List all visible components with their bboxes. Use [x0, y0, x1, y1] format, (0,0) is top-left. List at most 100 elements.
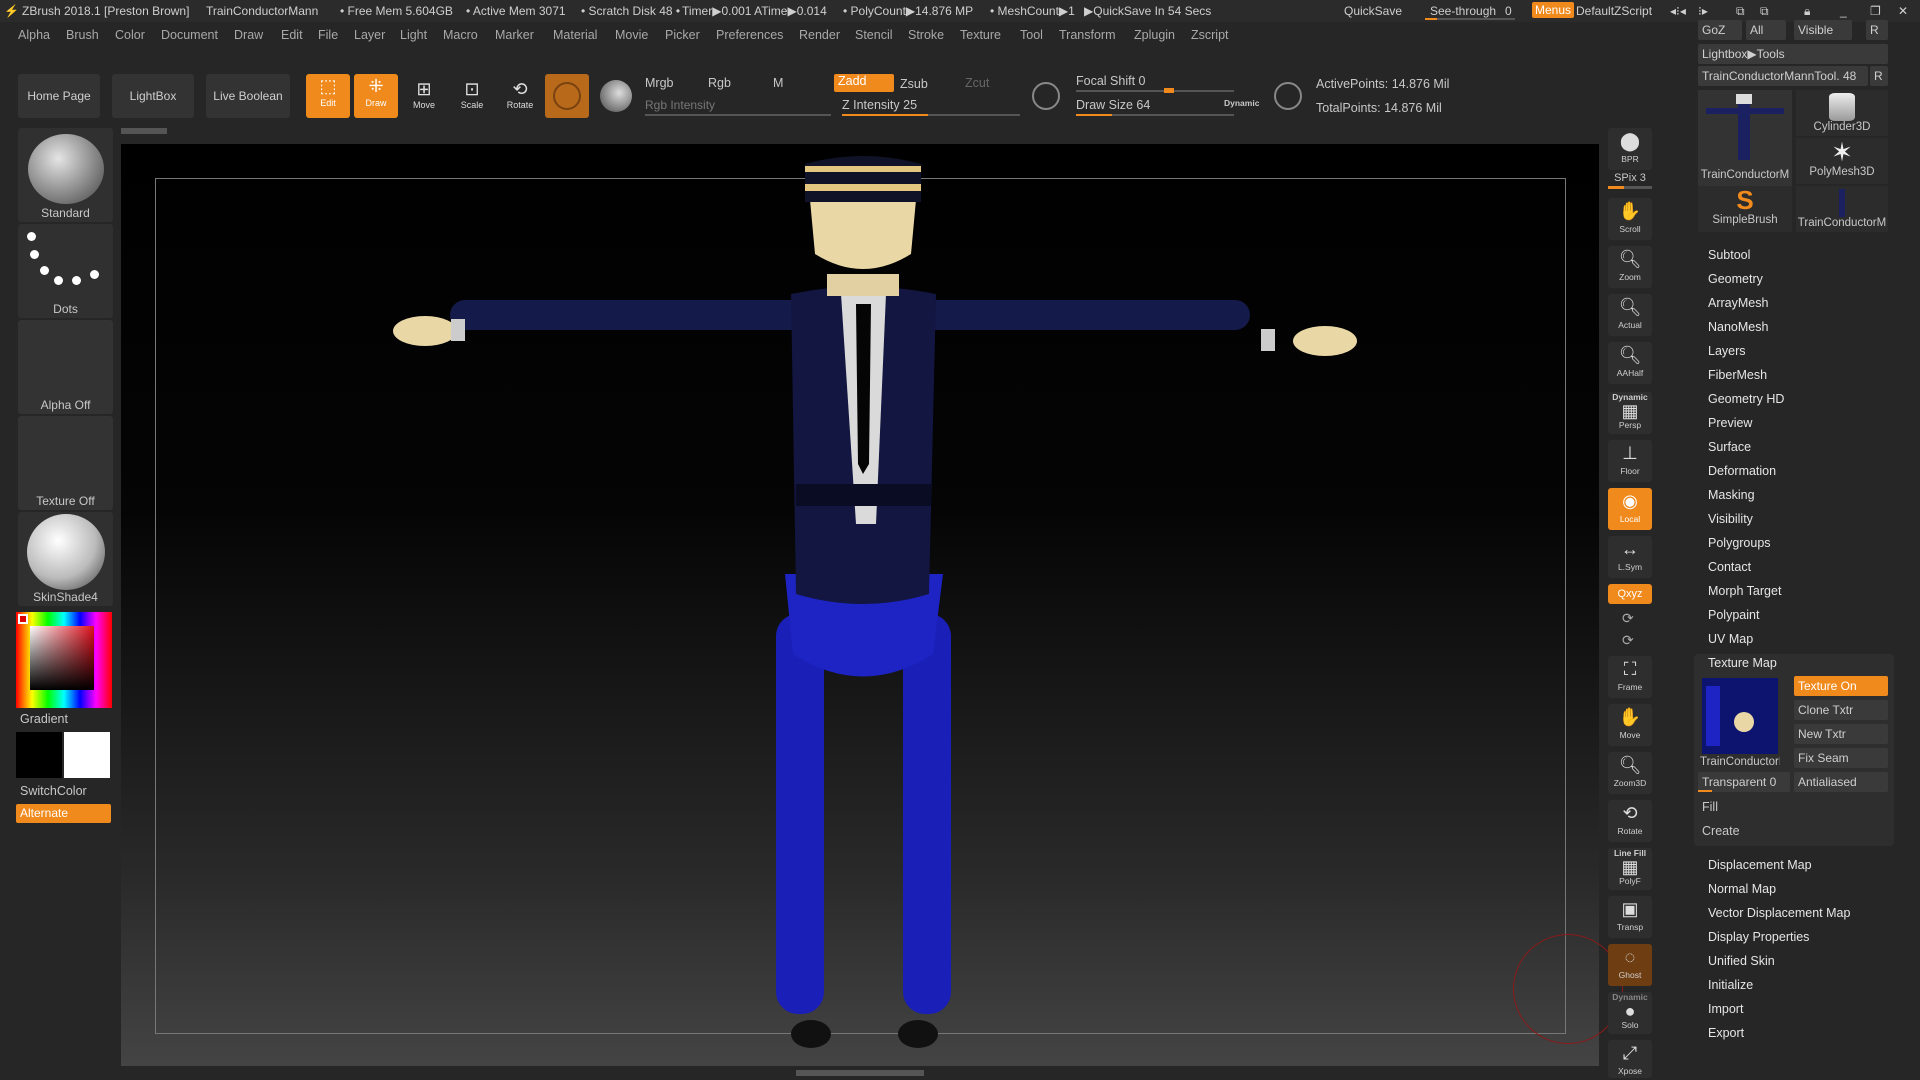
visible-button[interactable]: Visible — [1794, 20, 1852, 40]
minimize-icon[interactable]: _ — [1840, 4, 1847, 18]
menu-file[interactable]: File — [318, 28, 338, 42]
rgb-intensity-track[interactable] — [645, 114, 831, 116]
lightbox-tools-button[interactable]: Lightbox▶Tools — [1698, 44, 1888, 64]
material-selector[interactable]: SkinShade4 — [18, 512, 113, 606]
menu-color[interactable]: Color — [115, 28, 145, 42]
section-polygroups[interactable]: Polygroups — [1708, 536, 1771, 550]
rotate-z-icon[interactable]: ⟳ — [1622, 632, 1634, 649]
local-button[interactable]: ◉ Local — [1608, 488, 1652, 530]
zadd-button[interactable]: Zadd — [834, 74, 894, 92]
alternate-button[interactable]: Alternate — [16, 804, 111, 823]
section-initialize[interactable]: Initialize — [1708, 978, 1753, 992]
menu-material[interactable]: Material — [553, 28, 597, 42]
layout2-icon[interactable]: ⁝▸ — [1698, 4, 1708, 18]
menu-edit[interactable]: Edit — [281, 28, 303, 42]
alpha-selector[interactable]: Alpha Off — [18, 320, 113, 414]
menu-tool[interactable]: Tool — [1020, 28, 1043, 42]
canvas-viewport[interactable] — [121, 144, 1623, 1066]
section-normal-map[interactable]: Normal Map — [1708, 882, 1776, 896]
menu-document[interactable]: Document — [161, 28, 218, 42]
fill-button[interactable]: Fill — [1702, 800, 1718, 814]
menu-zplugin[interactable]: Zplugin — [1134, 28, 1175, 42]
z-intensity-slider[interactable]: Z Intensity 25 — [842, 98, 917, 112]
xpose-button[interactable]: ⤢ Xpose — [1608, 1040, 1652, 1078]
section-texture-map[interactable]: Texture Map — [1708, 656, 1777, 670]
menu-transform[interactable]: Transform — [1059, 28, 1116, 42]
rotate-view-button[interactable]: ⟲ Rotate — [1608, 800, 1652, 842]
section-export[interactable]: Export — [1708, 1026, 1744, 1040]
scroll-handle-top[interactable] — [121, 128, 167, 134]
zoom-button[interactable]: 🔍︎ Zoom — [1608, 246, 1652, 288]
edit-button[interactable]: ⬚ Edit — [306, 74, 350, 118]
section-polypaint[interactable]: Polypaint — [1708, 608, 1759, 622]
menu-stencil[interactable]: Stencil — [855, 28, 893, 42]
seethrough-label[interactable]: See-through — [1430, 4, 1496, 18]
section-display-properties[interactable]: Display Properties — [1708, 930, 1809, 944]
m-button[interactable]: M — [773, 76, 783, 90]
lazymouse-icon[interactable] — [1032, 82, 1060, 110]
r-button[interactable]: R — [1866, 20, 1888, 40]
solo-button[interactable]: Dynamic ● Solo — [1608, 992, 1652, 1034]
tool-thumb-trainconductor-2[interactable]: TrainConductorM — [1796, 186, 1888, 232]
current-tool-slider[interactable]: TrainConductorMannTool. 48 — [1698, 66, 1868, 86]
quicksave-button[interactable]: QuickSave — [1344, 4, 1402, 18]
section-contact[interactable]: Contact — [1708, 560, 1751, 574]
color-square[interactable] — [30, 626, 94, 690]
actual-button[interactable]: 🔍︎ Actual — [1608, 294, 1652, 336]
polyf-button[interactable]: Line Fill ▦ PolyF — [1608, 848, 1652, 890]
create-button[interactable]: Create — [1702, 824, 1740, 838]
floor-button[interactable]: ⊥ Floor — [1608, 440, 1652, 482]
menus-button[interactable]: Menus — [1532, 2, 1575, 18]
default-zscript-button[interactable]: DefaultZScript — [1576, 4, 1652, 18]
color-picker[interactable] — [16, 612, 112, 708]
rotate-button[interactable]: ⟲ Rotate — [498, 78, 542, 110]
rgb-intensity-slider[interactable]: Rgb Intensity — [645, 98, 715, 112]
menu-zscript[interactable]: Zscript — [1191, 28, 1229, 42]
texture-thumbnail[interactable] — [1702, 678, 1778, 754]
section-arraymesh[interactable]: ArrayMesh — [1708, 296, 1768, 310]
spix-slider[interactable]: SPix 3 — [1608, 172, 1652, 189]
bpr-button[interactable]: ⬤ BPR — [1608, 128, 1652, 170]
menu-layer[interactable]: Layer — [354, 28, 385, 42]
section-deformation[interactable]: Deformation — [1708, 464, 1776, 478]
dynamic-mode-icon[interactable] — [1274, 82, 1302, 110]
main-color-swatch[interactable] — [64, 732, 110, 778]
fix-seam-button[interactable]: Fix Seam — [1794, 748, 1888, 768]
texture-on-button[interactable]: Texture On — [1794, 676, 1888, 696]
menu-marker[interactable]: Marker — [495, 28, 534, 42]
drawmode-sphere-icon[interactable] — [600, 80, 632, 112]
window-icon[interactable]: ⧉ — [1736, 4, 1745, 19]
transparent-slider[interactable]: Transparent 0 — [1698, 772, 1790, 792]
menu-texture[interactable]: Texture — [960, 28, 1001, 42]
lock-icon[interactable]: 🔒︎ — [1804, 4, 1810, 19]
move-button[interactable]: ⊞ Move — [402, 78, 446, 110]
antialiased-button[interactable]: Antialiased — [1794, 772, 1888, 792]
aahalf-button[interactable]: 🔍︎ AAHalf — [1608, 342, 1652, 384]
section-displacement-map[interactable]: Displacement Map — [1708, 858, 1812, 872]
close-icon[interactable]: ✕ — [1898, 4, 1908, 18]
section-unified-skin[interactable]: Unified Skin — [1708, 954, 1775, 968]
switchcolor-button[interactable]: SwitchColor — [20, 784, 87, 798]
transp-button[interactable]: ▣ Transp — [1608, 896, 1652, 938]
menu-light[interactable]: Light — [400, 28, 427, 42]
section-subtool[interactable]: Subtool — [1708, 248, 1750, 262]
frame-button[interactable]: ⛶ Frame — [1608, 656, 1652, 698]
seethrough-value[interactable]: 0 — [1505, 4, 1512, 18]
section-geometry[interactable]: Geometry — [1708, 272, 1763, 286]
menu-draw[interactable]: Draw — [234, 28, 263, 42]
rgb-button[interactable]: Rgb — [708, 76, 731, 90]
stroke-selector[interactable]: Dots — [18, 224, 113, 318]
zsub-button[interactable]: Zsub — [900, 77, 928, 91]
dynamic-button[interactable]: Dynamic — [1224, 98, 1259, 108]
section-nanomesh[interactable]: NanoMesh — [1708, 320, 1768, 334]
restore-icon[interactable]: ❐ — [1870, 4, 1881, 18]
brush-selector[interactable]: Standard — [18, 128, 113, 222]
window2-icon[interactable]: ⧉ — [1760, 4, 1769, 19]
gradient-label[interactable]: Gradient — [20, 712, 68, 726]
home-page-button[interactable]: Home Page — [18, 74, 100, 118]
section-import[interactable]: Import — [1708, 1002, 1743, 1016]
clone-txtr-button[interactable]: Clone Txtr — [1794, 700, 1888, 720]
section-preview[interactable]: Preview — [1708, 416, 1752, 430]
persp-button[interactable]: Dynamic ▦ Persp — [1608, 392, 1652, 434]
scale-button[interactable]: ⊡ Scale — [450, 78, 494, 110]
